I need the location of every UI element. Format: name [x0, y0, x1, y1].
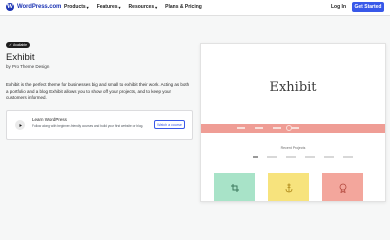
preview-nav-item: [255, 127, 263, 129]
play-icon[interactable]: [15, 120, 25, 130]
watch-course-button[interactable]: Watch a course: [154, 120, 185, 129]
main-menu: Products ▾ Features ▾ Resources ▾ Plans …: [64, 4, 202, 10]
page-title: Exhibit: [6, 52, 35, 63]
badge-icon: [339, 183, 346, 193]
top-nav: W WordPress.com Products ▾ Features ▾ Re…: [0, 0, 390, 16]
preview-project-card: [322, 173, 363, 201]
preview-site-title: Exhibit: [269, 80, 317, 95]
learn-wordpress-card: Learn WordPress Follow along with beginn…: [6, 110, 193, 140]
menu-item-label: Products: [64, 4, 86, 10]
theme-author[interactable]: by Pro Theme Design: [6, 64, 49, 69]
menu-item-resources[interactable]: Resources ▾: [129, 4, 158, 10]
crop-icon: [230, 184, 239, 192]
preview-filters: [253, 156, 353, 158]
preview-filter: [324, 156, 334, 158]
preview-nav-item: [237, 127, 245, 129]
anchor-icon: [285, 183, 292, 193]
preview-project-card: [268, 173, 309, 201]
preview-filter: [286, 156, 296, 158]
status-badge: ✓ Available: [6, 42, 31, 48]
chevron-down-icon: ▾: [86, 4, 89, 10]
preview-filter: [305, 156, 315, 158]
learn-title: Learn WordPress: [32, 117, 67, 122]
theme-description: Exhibit is the perfect theme for busines…: [6, 82, 190, 101]
get-started-button[interactable]: Get Started: [352, 2, 384, 12]
preview-search-icon: [286, 125, 292, 131]
wordpress-logo-icon: W: [6, 3, 14, 11]
menu-item-label: Features: [96, 4, 118, 10]
chevron-down-icon: ▾: [118, 4, 121, 10]
chevron-down-icon: ▾: [155, 4, 158, 10]
menu-item-plans-pricing[interactable]: Plans & Pricing: [165, 4, 202, 10]
learn-description: Follow along with beginner-friendly cour…: [32, 124, 144, 128]
menu-item-label: Plans & Pricing: [165, 4, 202, 10]
preview-nav-bar: [201, 124, 385, 133]
preview-filter: [343, 156, 353, 158]
menu-item-features[interactable]: Features ▾: [97, 4, 121, 10]
preview-filter: [267, 156, 277, 158]
preview-nav-item: [273, 127, 281, 129]
check-icon: ✓: [9, 43, 12, 47]
badge-label: Available: [12, 43, 28, 47]
login-link[interactable]: Log In: [331, 4, 346, 10]
preview-section-heading: Recent Projects: [280, 146, 306, 150]
wordpress-logo[interactable]: W WordPress.com: [6, 3, 61, 11]
preview-filter-all: [253, 156, 258, 158]
logo-text: WordPress.com: [17, 4, 62, 10]
menu-item-label: Resources: [128, 4, 155, 10]
theme-preview[interactable]: Exhibit Recent Projects: [200, 43, 386, 202]
menu-item-products[interactable]: Products ▾: [64, 4, 89, 10]
preview-project-card: [214, 173, 255, 201]
preview-nav-item: [291, 127, 299, 129]
